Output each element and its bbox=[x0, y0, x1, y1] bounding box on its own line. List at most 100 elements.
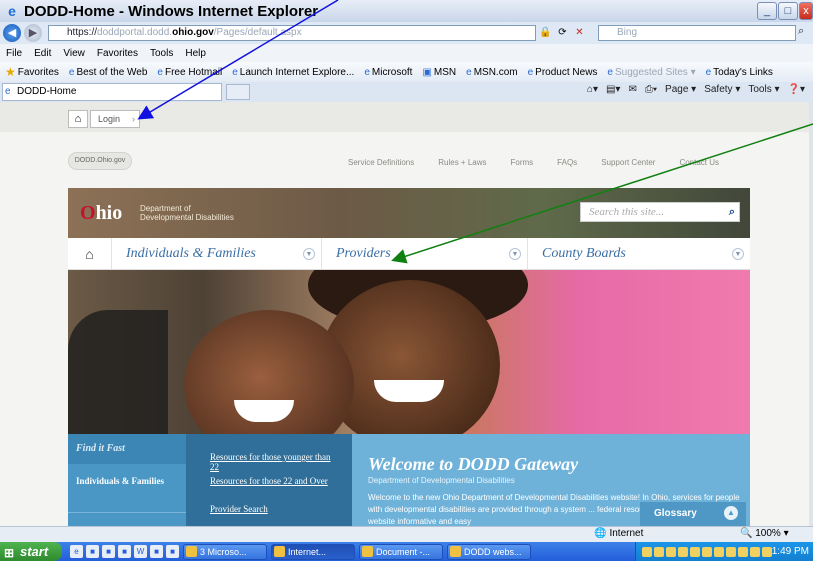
nav-county-boards[interactable]: County Boards ▼ bbox=[528, 238, 750, 270]
home-icon[interactable]: ⌂ bbox=[68, 110, 88, 128]
nav-contact-us[interactable]: Contact Us bbox=[679, 158, 719, 167]
mail-icon[interactable]: ✉ bbox=[628, 84, 636, 95]
nav-rules-laws[interactable]: Rules + Laws bbox=[438, 158, 486, 167]
nav-faqs[interactable]: FAQs bbox=[557, 158, 577, 167]
tab-row: e DODD-Home ⌂▾ ▤▾ ✉ ⎙▾ Page ▾ Safety ▾ To… bbox=[0, 82, 813, 102]
task-dodd-website[interactable]: DODD webs... bbox=[447, 543, 531, 560]
fav-link-msn-com[interactable]: e MSN.com bbox=[466, 67, 517, 78]
new-tab-button[interactable] bbox=[226, 84, 250, 100]
search-icon[interactable]: ⌕ bbox=[798, 25, 812, 41]
chevron-up-icon[interactable]: ▲ bbox=[724, 506, 738, 520]
fav-link-launch-ie[interactable]: e Launch Internet Explore... bbox=[232, 67, 354, 78]
home-icon[interactable]: ⌂ bbox=[68, 238, 112, 270]
tools-menu[interactable]: Tools ▾ bbox=[748, 84, 779, 95]
search-input[interactable]: Bing bbox=[598, 25, 796, 41]
back-button[interactable]: ◀ bbox=[3, 24, 21, 42]
quicklaunch-app-icon[interactable]: ■ bbox=[102, 545, 115, 558]
nav-individuals-families[interactable]: Individuals & Families ▼ bbox=[112, 238, 322, 270]
quicklaunch-word-icon[interactable]: W bbox=[134, 545, 147, 558]
tray-icon[interactable] bbox=[726, 546, 736, 557]
task-label: DODD webs... bbox=[464, 546, 522, 557]
address-input[interactable]: https://doddportal.dodd.ohio.gov/Pages/d… bbox=[48, 25, 536, 41]
forward-button[interactable]: ▶ bbox=[24, 24, 42, 42]
tray-icon[interactable] bbox=[762, 546, 772, 557]
fav-link-todays-links[interactable]: e Today's Links bbox=[706, 67, 773, 78]
menu-view[interactable]: View bbox=[63, 48, 85, 59]
menu-favorites[interactable]: Favorites bbox=[97, 48, 138, 59]
tray-icon[interactable] bbox=[678, 546, 688, 557]
find-it-fast-heading: Find it Fast bbox=[68, 434, 196, 464]
quicklaunch-ie-icon[interactable]: e bbox=[70, 545, 83, 558]
chevron-down-icon[interactable]: ▼ bbox=[509, 248, 521, 260]
find-it-fast-links: Resources for those younger than 22 Reso… bbox=[186, 434, 352, 526]
favorites-label: Favorites bbox=[17, 66, 59, 78]
help-icon[interactable]: ❓▾ bbox=[788, 84, 805, 95]
menu-help[interactable]: Help bbox=[185, 48, 206, 59]
search-icon[interactable]: ⌕ bbox=[729, 203, 735, 221]
fav-link-microsoft[interactable]: e Microsoft bbox=[364, 67, 412, 78]
favorites-button[interactable]: ★ Favorites bbox=[5, 65, 59, 79]
fav-link-label: Best of the Web bbox=[76, 66, 148, 78]
quicklaunch-app-icon[interactable]: ■ bbox=[86, 545, 99, 558]
breadcrumb[interactable]: DODD.Ohio.gov bbox=[68, 152, 132, 170]
nav-forms[interactable]: Forms bbox=[511, 158, 534, 167]
fav-link-hotmail[interactable]: e Free Hotmail bbox=[157, 67, 222, 78]
nav-support-center[interactable]: Support Center bbox=[601, 158, 655, 167]
site-banner: Ohio Department of Developmental Disabili… bbox=[68, 188, 750, 238]
glossary-button[interactable]: Glossary ▲ bbox=[640, 502, 746, 526]
tray-icon[interactable] bbox=[714, 546, 724, 557]
home-icon[interactable]: ⌂▾ bbox=[587, 84, 598, 95]
tray-icon[interactable] bbox=[738, 546, 748, 557]
divider bbox=[68, 512, 186, 513]
site-search-input[interactable]: Search this site... ⌕ bbox=[580, 202, 740, 222]
fav-link-product-news[interactable]: e Product News bbox=[528, 67, 598, 78]
start-button[interactable]: ⊞ start bbox=[0, 542, 62, 561]
fif-individuals-families[interactable]: Individuals & Families bbox=[76, 476, 164, 487]
office-icon bbox=[186, 545, 197, 557]
tray-icon[interactable] bbox=[750, 546, 760, 557]
nav-service-definitions[interactable]: Service Definitions bbox=[348, 158, 414, 167]
ohio-logo[interactable]: Ohio bbox=[80, 202, 122, 225]
tray-icon[interactable] bbox=[690, 546, 700, 557]
zoom-level[interactable]: 🔍 100% ▾ bbox=[740, 528, 789, 539]
tray-icon[interactable] bbox=[666, 546, 676, 557]
tray-icon[interactable] bbox=[642, 546, 652, 557]
logo-subtitle: Department of Developmental Disabilities bbox=[140, 204, 234, 222]
login-button[interactable]: Login › bbox=[90, 110, 140, 128]
address-row: ◀ ▶ https://doddportal.dodd.ohio.gov/Pag… bbox=[0, 22, 813, 44]
menu-edit[interactable]: Edit bbox=[34, 48, 51, 59]
page-menu[interactable]: Page ▾ bbox=[665, 84, 696, 95]
tray-icon[interactable] bbox=[654, 546, 664, 557]
lock-icon[interactable]: 🔒 bbox=[538, 26, 553, 40]
quicklaunch-app-icon[interactable]: ■ bbox=[150, 545, 163, 558]
safety-menu[interactable]: Safety ▾ bbox=[704, 84, 740, 95]
link-younger-than-22[interactable]: Resources for those younger than 22 bbox=[210, 452, 340, 472]
chevron-down-icon[interactable]: ▼ bbox=[732, 248, 744, 260]
menu-file[interactable]: File bbox=[6, 48, 22, 59]
menu-tools[interactable]: Tools bbox=[150, 48, 173, 59]
link-provider-search[interactable]: Provider Search bbox=[210, 504, 268, 514]
fav-link-best-of-web[interactable]: e Best of the Web bbox=[69, 67, 148, 78]
maximize-button[interactable]: □ bbox=[778, 2, 798, 20]
stop-icon[interactable]: ✕ bbox=[572, 26, 587, 40]
task-microsoft-office[interactable]: 3 Microso... bbox=[183, 543, 267, 560]
fav-link-msn[interactable]: ▣ MSN bbox=[422, 67, 456, 78]
link-22-and-over[interactable]: Resources for those 22 and Over bbox=[210, 476, 328, 486]
feeds-icon[interactable]: ▤▾ bbox=[606, 84, 620, 95]
print-icon[interactable]: ⎙▾ bbox=[645, 84, 657, 95]
task-internet-explorer[interactable]: Internet... bbox=[271, 543, 355, 560]
minimize-button[interactable]: _ bbox=[757, 2, 777, 20]
ie-page-icon: e bbox=[5, 86, 11, 97]
vertical-scrollbar[interactable] bbox=[809, 102, 813, 526]
zoom-icon: 🔍 bbox=[740, 528, 753, 539]
tray-icon[interactable] bbox=[702, 546, 712, 557]
quicklaunch-folder-icon[interactable]: ■ bbox=[166, 545, 179, 558]
tab-dodd-home[interactable]: e DODD-Home bbox=[2, 83, 222, 101]
refresh-icon[interactable]: ⟳ bbox=[555, 26, 570, 40]
nav-providers[interactable]: Providers ▼ bbox=[322, 238, 528, 270]
task-document[interactable]: Document -... bbox=[359, 543, 443, 560]
quicklaunch-app-icon[interactable]: ■ bbox=[118, 545, 131, 558]
fav-link-suggested-sites[interactable]: e Suggested Sites ▾ bbox=[607, 67, 695, 78]
close-button[interactable]: x bbox=[799, 2, 813, 20]
chevron-down-icon[interactable]: ▼ bbox=[303, 248, 315, 260]
